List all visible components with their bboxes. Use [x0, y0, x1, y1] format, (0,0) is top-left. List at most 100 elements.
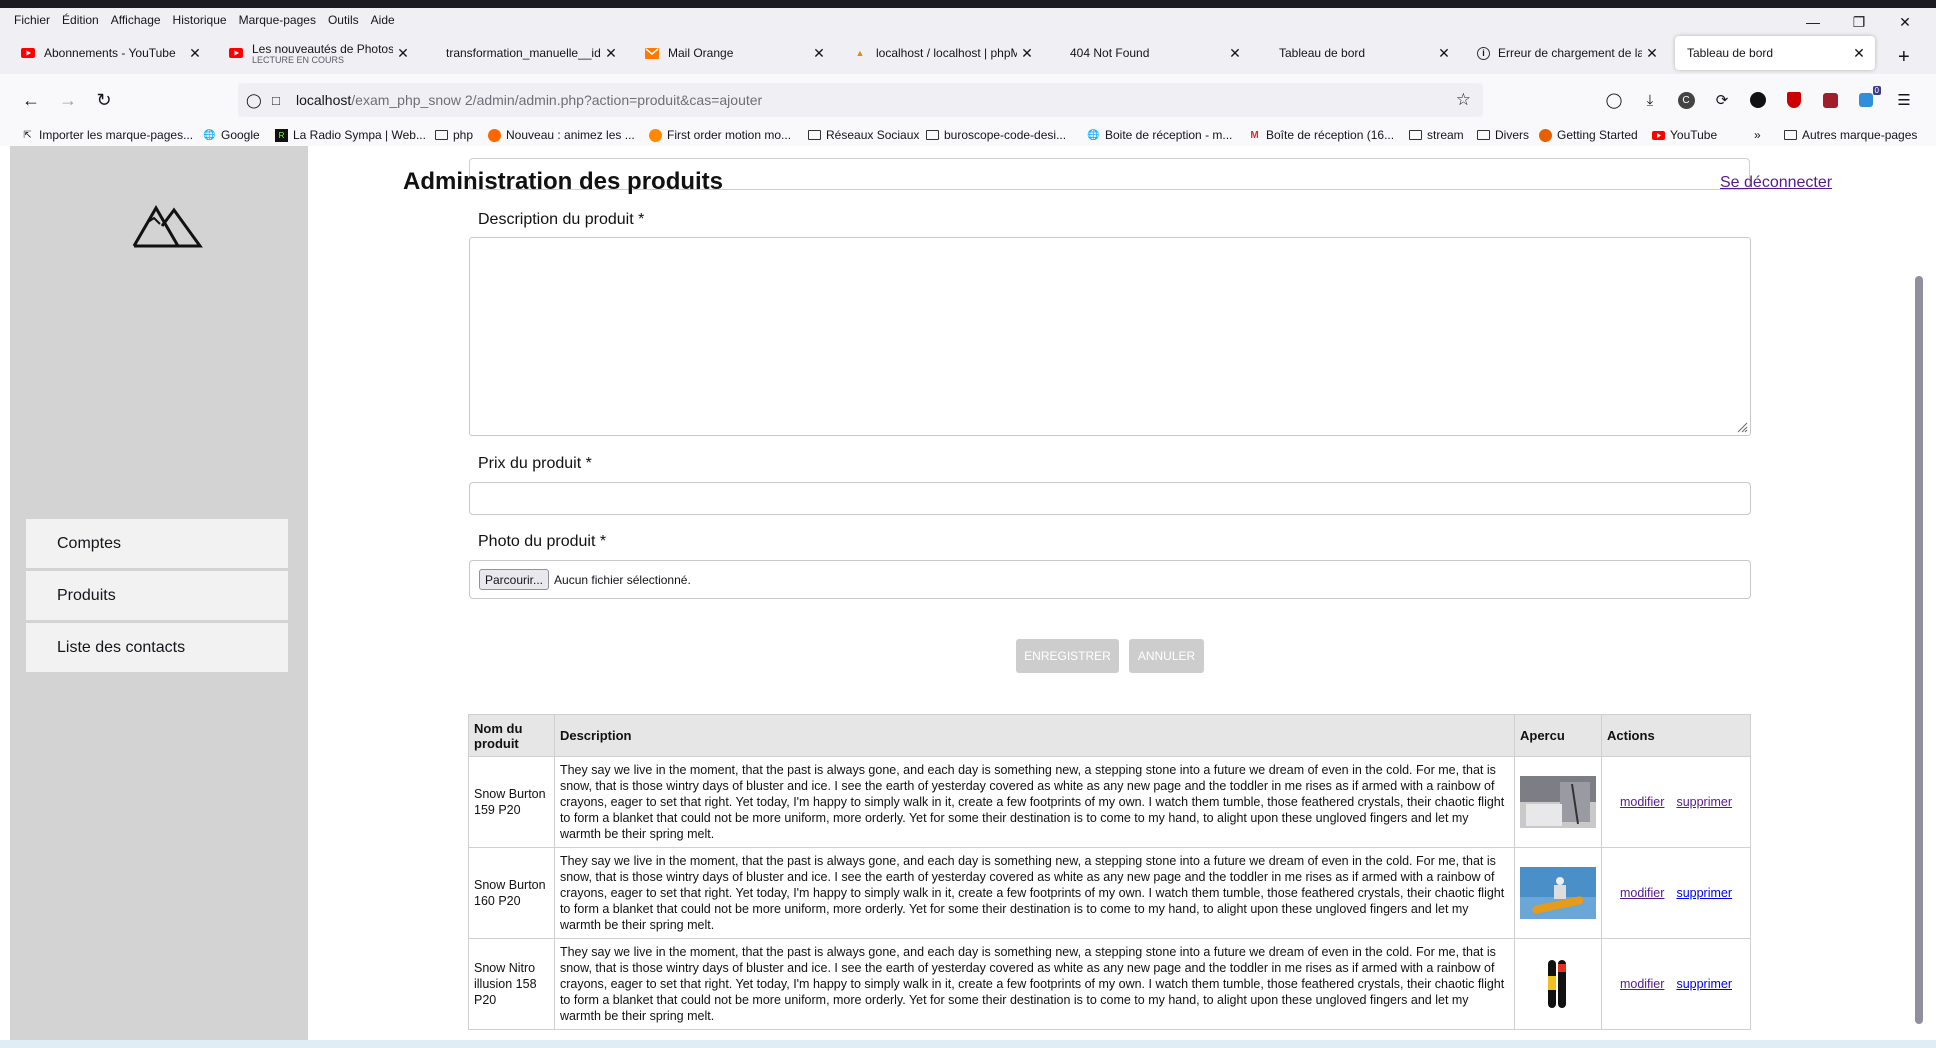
navigation-bar: ← → ↻ ◯ □ localhost/exam_php_snow 2/admi… — [0, 74, 1936, 126]
close-icon[interactable]: ✕ — [1849, 45, 1869, 62]
bookmark-google[interactable]: 🌐 Google — [203, 128, 259, 142]
bookmark-getting-started[interactable]: Getting Started — [1539, 128, 1638, 142]
menu-aide[interactable]: Aide — [371, 13, 395, 27]
delete-link[interactable]: supprimer — [1676, 977, 1732, 991]
product-preview — [1514, 938, 1602, 1030]
tab-title: Tableau de bord — [1687, 46, 1774, 60]
col-header-preview: Apercu — [1514, 714, 1602, 757]
url-bar[interactable]: ◯ □ localhost/exam_php_snow 2/admin/admi… — [238, 83, 1483, 117]
bookmark-divers[interactable]: Divers — [1477, 128, 1529, 142]
menu-fichier[interactable]: Fichier — [14, 13, 50, 27]
taskbar-edge — [0, 1040, 1936, 1048]
tab-transformation[interactable]: transformation_manuelle__id.png ✕ — [424, 36, 627, 70]
bookmark-php[interactable]: php — [435, 128, 473, 142]
bookmark-autres[interactable]: Autres marque-pages — [1784, 128, 1917, 142]
product-description: They say we live in the moment, that the… — [553, 938, 1516, 1030]
sidebar-item-produits[interactable]: Produits — [26, 571, 288, 620]
pocket-icon[interactable]: ◯ — [1601, 87, 1627, 113]
close-icon[interactable]: ✕ — [1642, 45, 1662, 62]
close-icon[interactable]: ✕ — [185, 45, 205, 62]
save-button[interactable]: ENREGISTRER — [1016, 639, 1119, 673]
bookmark-stream[interactable]: stream — [1409, 128, 1464, 142]
col-header-actions: Actions — [1601, 714, 1751, 757]
close-icon[interactable]: ✕ — [809, 45, 829, 62]
tab-strip: Abonnements - YouTube ✕ Les nouveautés d… — [0, 32, 1936, 74]
page-info-icon[interactable]: □ — [272, 93, 296, 108]
bookmark-reseaux-sociaux[interactable]: Réseaux Sociaux — [808, 128, 919, 142]
bookmark-boite-reception-m[interactable]: 🌐 Boite de réception - m... — [1087, 128, 1232, 142]
sidebar-item-comptes[interactable]: Comptes — [26, 519, 288, 568]
extension-badge-icon[interactable]: 0 — [1853, 86, 1881, 113]
modify-link[interactable]: modifier — [1620, 886, 1664, 900]
bookmark-gmail[interactable]: M Boîte de réception (16... — [1248, 128, 1394, 142]
close-icon[interactable]: ✕ — [393, 45, 413, 62]
page-content: Comptes Produits Liste des contacts Admi… — [0, 146, 1936, 1048]
menu-marque-pages[interactable]: Marque-pages — [239, 13, 316, 27]
photo-file-input[interactable]: Parcourir... Aucun fichier sélectionné. — [469, 560, 1751, 599]
browse-button[interactable]: Parcourir... — [479, 569, 550, 590]
ublock-icon[interactable] — [1781, 87, 1807, 113]
cancel-button[interactable]: ANNULER — [1129, 639, 1204, 673]
price-label: Prix du produit * — [478, 455, 592, 472]
scrollbar-thumb[interactable] — [1915, 276, 1923, 1024]
modify-link[interactable]: modifier — [1620, 795, 1664, 809]
tab-title: Erreur de chargement de la page — [1498, 46, 1642, 60]
close-icon[interactable]: ✕ — [1434, 45, 1454, 62]
close-icon[interactable]: ✕ — [601, 45, 621, 62]
new-tab-icon[interactable]: + — [1898, 46, 1910, 69]
logout-link[interactable]: Se déconnecter — [1720, 174, 1832, 192]
extension-c-icon[interactable]: C — [1673, 87, 1699, 113]
col-header-description: Description — [553, 714, 1516, 757]
table-row: Snow Burton 160 P20 They say we live in … — [468, 847, 1751, 939]
extension-refresh-icon[interactable]: ⟳ — [1709, 87, 1735, 113]
extension-face-icon[interactable] — [1745, 87, 1771, 113]
mail-icon — [644, 45, 660, 61]
folder-icon — [1784, 129, 1797, 142]
tab-photoshop[interactable]: Les nouveautés de PhotoshopLECTURE EN CO… — [216, 36, 419, 70]
delete-link[interactable]: supprimer — [1676, 795, 1732, 809]
url-host: localhost — [296, 92, 352, 108]
bookmark-radio-sympa[interactable]: R La Radio Sympa | Web... — [275, 128, 426, 142]
description-textarea[interactable] — [469, 237, 1751, 436]
bookmark-buroscope[interactable]: buroscope-code-desi... — [926, 128, 1066, 142]
gmail-icon: M — [1250, 129, 1259, 141]
bookmark-first-order[interactable]: First order motion mo... — [649, 128, 791, 142]
close-icon[interactable]: ✕ — [1225, 45, 1245, 62]
close-icon[interactable]: ✕ — [1017, 45, 1037, 62]
bookmarks-overflow-icon[interactable]: » — [1754, 128, 1761, 142]
bookmark-nouveau[interactable]: Nouveau : animez les ... — [488, 128, 635, 142]
phpmyadmin-icon: ▲ — [855, 48, 865, 58]
app-menu-icon[interactable]: ☰ — [1891, 87, 1917, 113]
forward-icon[interactable]: → — [54, 86, 82, 114]
product-description: They say we live in the moment, that the… — [553, 847, 1516, 939]
tab-erreur[interactable]: i Erreur de chargement de la page ✕ — [1465, 36, 1668, 70]
tab-title: 404 Not Found — [1070, 46, 1150, 60]
youtube-icon — [20, 45, 36, 61]
download-icon[interactable]: ⤓ — [1637, 87, 1663, 113]
extension-red-icon[interactable] — [1817, 87, 1843, 113]
tab-tableau-de-bord-active[interactable]: Tableau de bord ✕ — [1675, 36, 1875, 70]
menu-historique[interactable]: Historique — [173, 13, 227, 27]
tab-youtube-abonnements[interactable]: Abonnements - YouTube ✕ — [8, 36, 211, 70]
modify-link[interactable]: modifier — [1620, 977, 1664, 991]
bookmark-importer[interactable]: ⇱ Importer les marque-pages... — [21, 128, 193, 142]
tab-phpmyadmin[interactable]: ▲ localhost / localhost | phpMyAdmin ✕ — [840, 36, 1043, 70]
admin-sidebar: Comptes Produits Liste des contacts — [10, 146, 308, 1040]
tab-404[interactable]: 404 Not Found ✕ — [1048, 36, 1251, 70]
menu-edition[interactable]: Édition — [62, 13, 99, 27]
radio-icon: R — [275, 128, 288, 142]
menu-affichage[interactable]: Affichage — [111, 13, 161, 27]
menu-outils[interactable]: Outils — [328, 13, 359, 27]
bookmark-star-icon[interactable]: ☆ — [1456, 90, 1471, 110]
price-input[interactable] — [469, 482, 1751, 515]
back-icon[interactable]: ← — [17, 86, 45, 114]
delete-link[interactable]: supprimer — [1676, 886, 1732, 900]
resize-handle-icon[interactable] — [1736, 421, 1748, 433]
tab-tableau-de-bord-1[interactable]: Tableau de bord ✕ — [1257, 36, 1460, 70]
bookmark-youtube[interactable]: YouTube — [1652, 128, 1717, 142]
window-frame — [0, 0, 1936, 8]
shield-icon[interactable]: ◯ — [246, 92, 268, 109]
reload-icon[interactable]: ↻ — [90, 86, 118, 114]
tab-mail-orange[interactable]: Mail Orange ✕ — [632, 36, 835, 70]
sidebar-item-contacts[interactable]: Liste des contacts — [26, 623, 288, 672]
